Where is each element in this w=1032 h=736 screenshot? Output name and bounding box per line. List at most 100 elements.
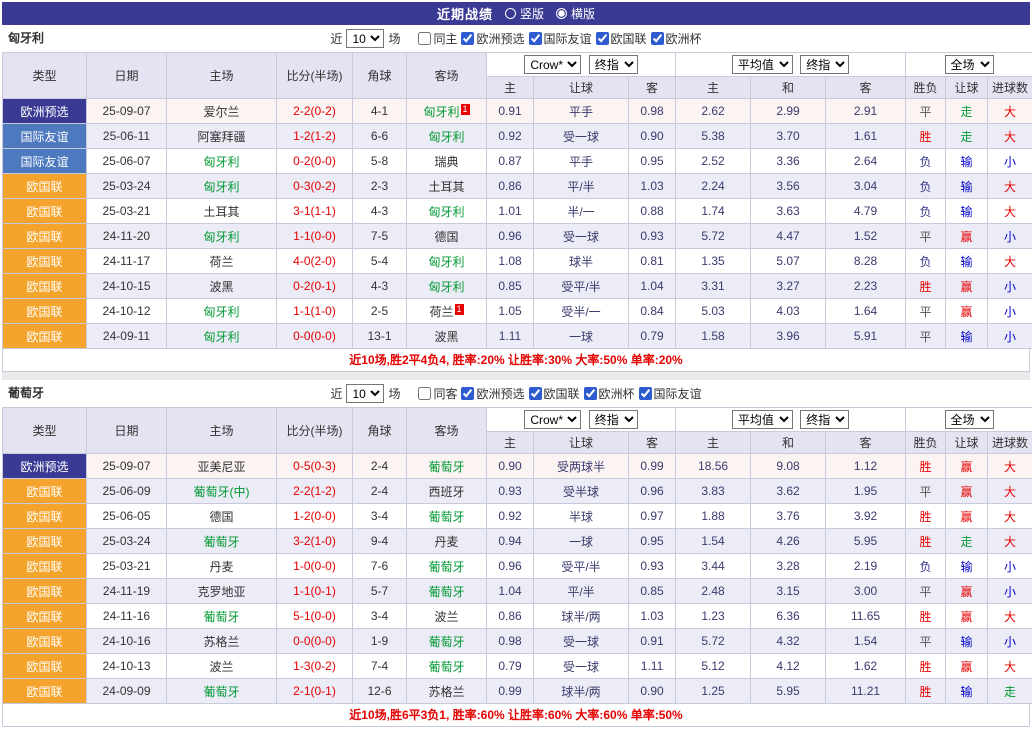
- eu-draw-odds: 4.32: [751, 629, 826, 654]
- eu-time-select[interactable]: 终指: [800, 410, 849, 429]
- ah-line: 一球: [534, 529, 629, 554]
- result-wdl: 胜: [906, 679, 946, 704]
- result-goals: 小: [988, 324, 1032, 349]
- ah-line: 平手: [534, 99, 629, 124]
- competition-type: 欧国联: [3, 224, 87, 249]
- result-wdl: 负: [906, 199, 946, 224]
- result-goals: 小: [988, 554, 1032, 579]
- comp-checkbox[interactable]: [639, 387, 652, 400]
- score-halftime: 3-1(1-1): [277, 199, 353, 224]
- match-date: 25-09-07: [87, 99, 167, 124]
- score-halftime: 1-3(0-2): [277, 654, 353, 679]
- ah-away-odds: 0.99: [629, 454, 676, 479]
- comp-filter-2[interactable]: 欧洲杯: [584, 385, 635, 402]
- match-count-select[interactable]: 10: [346, 29, 384, 48]
- comp-filter-1[interactable]: 欧国联: [529, 385, 580, 402]
- ah-source-select[interactable]: Crow*: [524, 410, 581, 429]
- col-header-corner: 角球: [353, 53, 407, 99]
- home-team: 波黑: [167, 274, 277, 299]
- match-row: 欧国联24-10-16苏格兰0-0(0-0)1-9葡萄牙0.98受一球0.915…: [3, 629, 1032, 654]
- filter-row: 葡萄牙 近 10 场 同客 欧洲预选 欧国联: [2, 380, 1030, 407]
- result-wdl: 胜: [906, 604, 946, 629]
- ah-home-odds: 1.01: [487, 199, 534, 224]
- match-date: 24-10-16: [87, 629, 167, 654]
- ah-time-select[interactable]: 终指: [589, 410, 638, 429]
- layout-horizontal-option[interactable]: 横版: [556, 5, 595, 22]
- eu-home-odds: 5.38: [676, 124, 751, 149]
- ah-odds-controls: Crow* 终指: [487, 53, 676, 77]
- same-side-filter[interactable]: 同主: [418, 30, 457, 47]
- ah-time-select[interactable]: 终指: [589, 55, 638, 74]
- horizontal-radio[interactable]: [556, 8, 567, 19]
- eu-draw-odds: 3.15: [751, 579, 826, 604]
- competition-type: 欧国联: [3, 504, 87, 529]
- result-handicap: 赢: [946, 579, 988, 604]
- result-goals: 大: [988, 504, 1032, 529]
- match-date: 25-03-21: [87, 199, 167, 224]
- home-team: 匈牙利: [167, 149, 277, 174]
- same-side-filter[interactable]: 同客: [418, 385, 457, 402]
- eu-away-odds: 8.28: [826, 249, 906, 274]
- comp-filter-3[interactable]: 欧洲杯: [651, 30, 702, 47]
- comp-checkbox[interactable]: [529, 387, 542, 400]
- comp-checkbox[interactable]: [461, 387, 474, 400]
- ah-away-odds: 1.03: [629, 604, 676, 629]
- ah-line: 半/一: [534, 199, 629, 224]
- filter-controls: 近 10 场 同主 欧洲预选 国际友谊 欧国联: [330, 29, 701, 48]
- comp-label: 欧洲预选: [476, 30, 524, 47]
- same-side-checkbox[interactable]: [418, 32, 431, 45]
- competition-type: 欧国联: [3, 654, 87, 679]
- comp-checkbox[interactable]: [529, 32, 542, 45]
- eu-time-select[interactable]: 终指: [800, 55, 849, 74]
- match-date: 25-03-24: [87, 174, 167, 199]
- match-count-select[interactable]: 10: [346, 384, 384, 403]
- odds-controls-row: 类型 日期 主场 比分(半场) 角球 客场 Crow* 终指 平均值 终指: [3, 408, 1032, 432]
- result-wdl: 负: [906, 174, 946, 199]
- ah-line: 平手: [534, 149, 629, 174]
- comp-filter-0[interactable]: 欧洲预选: [461, 30, 524, 47]
- away-team: 西班牙: [407, 479, 487, 504]
- scope-select[interactable]: 全场: [945, 55, 994, 74]
- eu-source-select[interactable]: 平均值: [732, 410, 793, 429]
- match-date: 25-03-24: [87, 529, 167, 554]
- comp-filter-2[interactable]: 欧国联: [596, 30, 647, 47]
- comp-checkbox[interactable]: [584, 387, 597, 400]
- comp-label: 欧洲杯: [666, 30, 702, 47]
- result-goals: 大: [988, 174, 1032, 199]
- ah-line: 一球: [534, 324, 629, 349]
- away-team: 葡萄牙: [407, 454, 487, 479]
- comp-filter-1[interactable]: 国际友谊: [529, 30, 592, 47]
- vertical-radio[interactable]: [505, 8, 516, 19]
- layout-vertical-option[interactable]: 竖版: [505, 5, 544, 22]
- home-team: 匈牙利: [167, 224, 277, 249]
- ah-away-odds: 0.88: [629, 199, 676, 224]
- score-halftime: 0-2(0-0): [277, 149, 353, 174]
- match-row: 欧国联24-09-11匈牙利0-0(0-0)13-1波黑1.11一球0.791.…: [3, 324, 1032, 349]
- ah-source-select[interactable]: Crow*: [524, 55, 581, 74]
- match-row: 欧国联24-10-12匈牙利1-1(1-0)2-5荷兰11.05受半/一0.84…: [3, 299, 1032, 324]
- col-header-result-goals: 进球数: [988, 432, 1032, 454]
- comp-checkbox[interactable]: [461, 32, 474, 45]
- result-goals: 大: [988, 249, 1032, 274]
- comp-checkbox[interactable]: [596, 32, 609, 45]
- comp-filter-0[interactable]: 欧洲预选: [461, 385, 524, 402]
- comp-checkbox[interactable]: [651, 32, 664, 45]
- result-wdl: 平: [906, 479, 946, 504]
- scope-select[interactable]: 全场: [945, 410, 994, 429]
- col-header-date: 日期: [87, 53, 167, 99]
- eu-source-select[interactable]: 平均值: [732, 55, 793, 74]
- eu-home-odds: 1.23: [676, 604, 751, 629]
- ah-away-odds: 0.79: [629, 324, 676, 349]
- ah-home-odds: 0.85: [487, 274, 534, 299]
- away-team: 葡萄牙: [407, 654, 487, 679]
- match-row: 国际友谊25-06-07匈牙利0-2(0-0)5-8瑞典0.87平手0.952.…: [3, 149, 1032, 174]
- result-wdl: 胜: [906, 454, 946, 479]
- same-side-checkbox[interactable]: [418, 387, 431, 400]
- result-handicap: 赢: [946, 454, 988, 479]
- comp-filter-3[interactable]: 国际友谊: [639, 385, 702, 402]
- home-team: 德国: [167, 504, 277, 529]
- match-row: 欧国联24-11-16葡萄牙5-1(0-0)3-4波兰0.86球半/两1.031…: [3, 604, 1032, 629]
- eu-away-odds: 1.54: [826, 629, 906, 654]
- ah-odds-controls: Crow* 终指: [487, 408, 676, 432]
- eu-home-odds: 18.56: [676, 454, 751, 479]
